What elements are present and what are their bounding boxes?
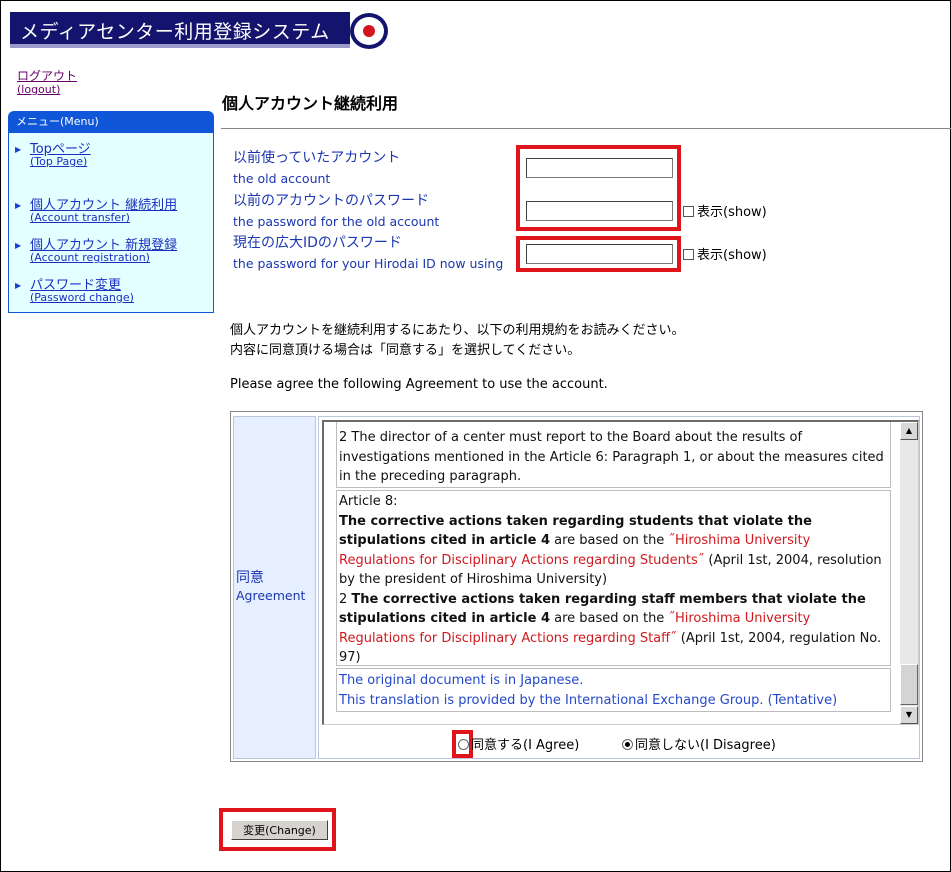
logout-link-jp[interactable]: ログアウト	[17, 69, 77, 83]
old-account-label: 以前使っていたアカウント the old account	[233, 149, 400, 187]
agreement-scrollbar[interactable]: ▲ ▼	[900, 422, 918, 724]
agree-label: 同意する(I Agree)	[471, 738, 580, 753]
arrow-right-icon: ▶	[15, 145, 22, 154]
show-hirodai-password-checkbox[interactable]	[683, 249, 694, 260]
arrow-right-icon: ▶	[15, 281, 22, 290]
logo-dot	[363, 25, 375, 37]
site-banner: メディアセンター利用登録システム	[10, 12, 388, 50]
banner-bar: メディアセンター利用登録システム	[10, 12, 350, 48]
instruction-line-2: 内容に同意頂ける場合は「同意する」を選択してください。	[230, 343, 581, 358]
agreement-label-en: Agreement	[236, 588, 306, 603]
old-password-label: 以前のアカウントのパスワード the password for the old …	[233, 192, 439, 230]
university-logo-icon	[350, 13, 388, 49]
old-password-label-jp: 以前のアカウントのパスワード	[233, 193, 429, 209]
menu-item-sublabel[interactable]: (Account registration)	[30, 251, 150, 264]
arrow-right-icon: ▶	[15, 201, 22, 210]
sidebar-menu: メニュー(Menu) ▶ Topページ (Top Page) ▶ 個人アカウント…	[8, 111, 214, 313]
scroll-up-icon[interactable]: ▲	[900, 422, 918, 440]
menu-item-sublabel[interactable]: (Top Page)	[30, 155, 87, 168]
menu-body: ▶ Topページ (Top Page) ▶ 個人アカウント 継続利用 (Acco…	[8, 133, 214, 313]
old-account-input[interactable]	[526, 158, 673, 178]
disagree-radio-option[interactable]: 同意しない(I Disagree)	[622, 734, 776, 753]
hirodai-password-label-en: the password for your Hirodai ID now usi…	[233, 256, 504, 271]
logout-link-en[interactable]: (logout)	[17, 83, 77, 97]
old-account-label-jp: 以前使っていたアカウント	[233, 150, 401, 166]
scrollbar-thumb[interactable]	[900, 664, 918, 705]
hirodai-password-label: 現在の広大IDのパスワード the password for your Hiro…	[233, 234, 503, 272]
instruction-line-3: Please agree the following Agreement to …	[230, 377, 608, 392]
article-text: are based on the	[549, 611, 669, 626]
agreement-row-text: 2 The director of a center must report t…	[339, 430, 884, 484]
disagree-radio[interactable]	[622, 739, 633, 750]
note-line: This translation is provided by the Inte…	[339, 692, 838, 708]
old-account-label-en: the old account	[233, 171, 331, 186]
hirodai-password-input[interactable]	[526, 244, 673, 264]
hirodai-password-label-jp: 現在の広大IDのパスワード	[233, 235, 402, 251]
logout-link[interactable]: ログアウト (logout)	[17, 69, 77, 97]
agreement-row-article-8: Article 8: The corrective actions taken …	[336, 490, 891, 666]
page-title: 個人アカウント継続利用	[222, 94, 399, 113]
menu-title: メニュー(Menu)	[8, 111, 214, 133]
paragraph-number: 2	[339, 591, 352, 607]
agreement-row-note: The original document is in Japanese. Th…	[336, 668, 891, 712]
show-hirodai-password-toggle[interactable]: 表示(show)	[683, 244, 767, 263]
scroll-down-icon[interactable]: ▼	[900, 706, 918, 724]
show-old-password-toggle[interactable]: 表示(show)	[683, 201, 767, 220]
arrow-right-icon: ▶	[15, 241, 22, 250]
agree-radio-option[interactable]: 同意する(I Agree)	[458, 734, 579, 753]
menu-item-sublabel[interactable]: (Account transfer)	[30, 211, 130, 224]
disagree-label: 同意しない(I Disagree)	[635, 738, 776, 753]
agreement-scroll-area[interactable]: 2 The director of a center must report t…	[322, 420, 919, 725]
instruction-line-1: 個人アカウントを継続利用するにあたり、以下の利用規約をお読みください。	[230, 323, 685, 338]
show-old-password-checkbox[interactable]	[683, 206, 694, 217]
site-title: メディアセンター利用登録システム	[20, 21, 330, 43]
note-line: The original document is in Japanese.	[339, 673, 584, 688]
old-password-input[interactable]	[526, 201, 673, 221]
old-password-label-en: the password for the old account	[233, 214, 440, 229]
agreement-row: 2 The director of a center must report t…	[336, 422, 891, 488]
change-button[interactable]: 変更(Change)	[231, 820, 328, 840]
title-divider	[221, 128, 951, 129]
agreement-label: 同意 Agreement	[236, 569, 305, 605]
agreement-label-jp: 同意	[236, 570, 264, 586]
article-text: are based on the	[549, 533, 669, 548]
show-label: 表示(show)	[697, 205, 767, 220]
show-label: 表示(show)	[697, 248, 767, 263]
menu-item-sublabel[interactable]: (Password change)	[30, 291, 134, 304]
agree-radio[interactable]	[458, 739, 469, 750]
article-heading: Article 8:	[339, 494, 398, 509]
